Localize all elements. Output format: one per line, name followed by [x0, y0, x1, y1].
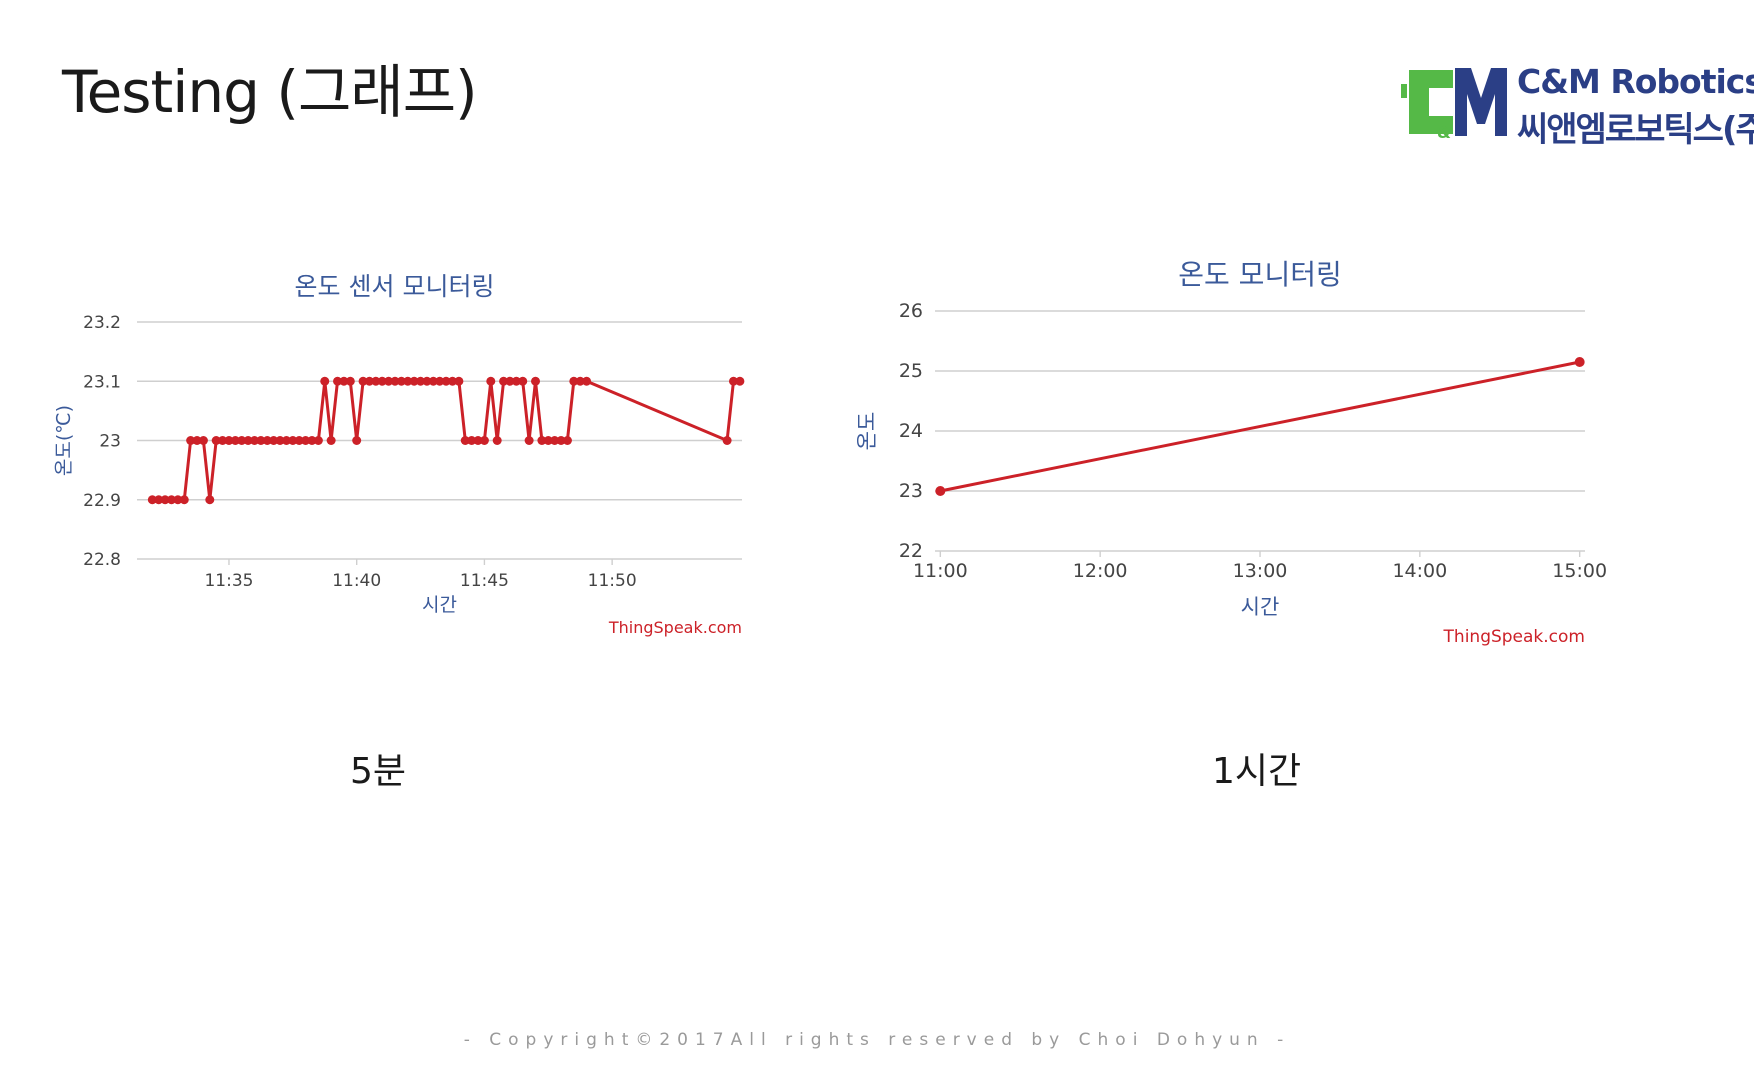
y-tick-label: 24: [899, 420, 923, 442]
thingspeak-credit: ThingSpeak.com: [1443, 627, 1585, 647]
data-point: [326, 436, 336, 445]
data-point: [735, 376, 745, 386]
data-point: [524, 436, 534, 445]
thingspeak-credit: ThingSpeak.com: [608, 618, 742, 637]
caption-five-minute: 5분: [350, 751, 407, 792]
y-tick-label: 22.8: [83, 550, 121, 570]
data-point: [479, 436, 489, 445]
cm-logo-mark-icon: &: [1401, 68, 1507, 142]
copyright-footer: - Copyright©2017All rights reserved by C…: [463, 1030, 1291, 1050]
y-tick-label: 23.2: [83, 313, 121, 333]
chart-one-hour: 온도 모니터링 26 25 24 23 2211:00 12:00 13:00 14:00 15:…: [855, 258, 1607, 647]
logo-name-en: C&M Robotics: [1517, 62, 1754, 101]
y-tick-label: 23: [899, 480, 923, 502]
caption-one-hour: 1시간: [1212, 751, 1302, 792]
company-logo: & C&M Robotics 씨앤엠로보틱스(주): [1395, 58, 1754, 150]
data-point: [562, 436, 572, 445]
y-tick-label: 25: [899, 360, 923, 382]
data-point: [352, 436, 362, 445]
data-point: [531, 376, 541, 386]
logo-name-ko: 씨앤엠로보틱스(주): [1517, 110, 1754, 150]
data-point: [313, 436, 323, 445]
data-point: [454, 376, 464, 386]
chart-title: 온도 모니터링: [1178, 258, 1341, 291]
data-point: [722, 436, 732, 445]
x-tick-label: 14:00: [1392, 560, 1447, 582]
chart-five-minute: 온도 센서 모니터링 23.2 23.1 23 22.9 22.8 11:35 11:40 11…: [53, 272, 745, 637]
data-point: [179, 495, 189, 505]
chart-title: 온도 센서 모니터링: [295, 272, 495, 301]
x-tick-label: 11:50: [588, 571, 637, 591]
y-tick-label: 23: [99, 432, 121, 452]
data-point: [320, 376, 330, 386]
x-tick-label: 12:00: [1073, 560, 1128, 582]
data-point: [582, 376, 592, 386]
data-point: [345, 376, 355, 386]
x-tick-label: 11:45: [460, 571, 509, 591]
x-tick-label: 13:00: [1233, 560, 1288, 582]
y-axis-label: 온도: [855, 412, 879, 451]
y-tick-label: 22: [899, 540, 923, 562]
x-tick-label: 11:35: [204, 571, 253, 591]
series-line: [940, 360, 1580, 493]
data-point: [935, 486, 946, 496]
data-point: [198, 436, 208, 445]
y-tick-label: 22.9: [83, 491, 121, 511]
x-tick-label: 11:00: [913, 560, 968, 582]
y-tick-label: 23.1: [83, 372, 121, 392]
x-axis-label: 시간: [1241, 595, 1280, 619]
x-tick-label: 11:40: [332, 571, 381, 591]
data-point: [486, 376, 496, 386]
y-axis-label: 온도(℃): [53, 405, 75, 476]
data-point: [492, 436, 502, 445]
data-point: [518, 376, 528, 386]
data-point: [1574, 357, 1585, 367]
x-axis-label: 시간: [422, 594, 457, 616]
y-tick-label: 26: [899, 300, 923, 322]
data-point: [205, 495, 215, 505]
slide-title: Testing (그래프): [62, 58, 478, 126]
svg-text:&: &: [1437, 123, 1451, 142]
x-tick-label: 15:00: [1552, 560, 1607, 582]
